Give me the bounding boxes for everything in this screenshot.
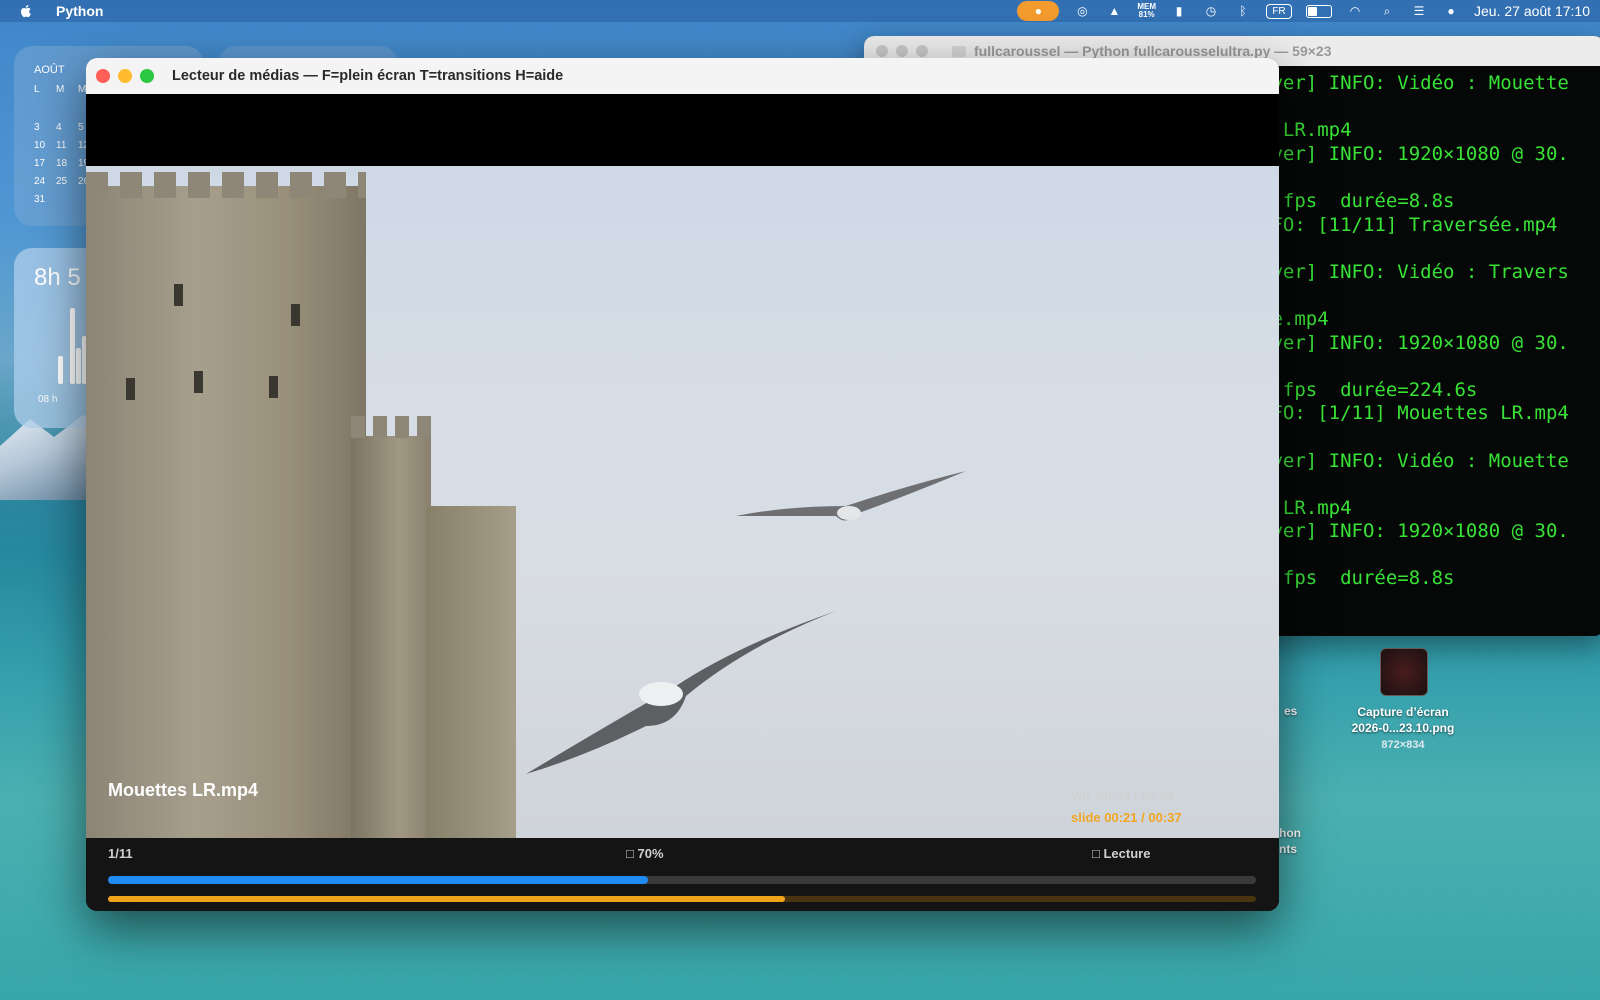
terminal-title: fullcaroussel — Python fullcarousselultr… bbox=[974, 43, 1332, 59]
bluetooth-icon[interactable]: ᛒ bbox=[1234, 2, 1252, 20]
file-name-line1: Capture d’écran bbox=[1357, 705, 1449, 719]
video-time-label: vid bbox=[1071, 788, 1090, 803]
fullscreen-button[interactable] bbox=[140, 69, 154, 83]
video-progress-fill bbox=[108, 876, 648, 884]
video-elapsed: 00:04 bbox=[1097, 788, 1131, 803]
sleep-axis-label: 08 h bbox=[38, 394, 58, 405]
bird-icon[interactable]: ▲ bbox=[1105, 2, 1123, 20]
battery-icon[interactable] bbox=[1306, 4, 1332, 18]
partial-desktop-label[interactable]: es bbox=[1284, 704, 1297, 718]
keyboard-layout[interactable]: FR bbox=[1266, 3, 1292, 19]
minimize-button[interactable] bbox=[118, 69, 132, 83]
time-machine-icon[interactable]: ◷ bbox=[1202, 2, 1220, 20]
slide-time-separator: / bbox=[1141, 810, 1145, 825]
folder-icon bbox=[952, 45, 966, 57]
calendar-cell: 31 bbox=[34, 194, 46, 205]
seagulls bbox=[526, 471, 966, 774]
speaker-icon: □ bbox=[626, 846, 634, 861]
sleep-bar bbox=[76, 348, 81, 384]
current-file-name: Mouettes LR.mp4 bbox=[108, 780, 259, 800]
calendar-cell: 11 bbox=[56, 140, 67, 151]
partial-desktop-label[interactable]: nts bbox=[1279, 842, 1297, 856]
volume-indicator[interactable]: □ 70% bbox=[626, 846, 664, 861]
desktop-file-label[interactable]: Capture d’écran 2026-0...23.10.png bbox=[1316, 704, 1490, 736]
minimize-button[interactable] bbox=[896, 45, 908, 57]
slide-time-label: slide bbox=[1071, 810, 1101, 825]
microphone-icon[interactable]: ● bbox=[1017, 1, 1060, 21]
siri-icon[interactable]: ● bbox=[1442, 2, 1460, 20]
video-progress-bar[interactable] bbox=[108, 876, 1256, 884]
sleep-bar bbox=[70, 308, 75, 384]
video-frame[interactable] bbox=[86, 166, 1279, 838]
memory-value: 81% bbox=[1138, 10, 1155, 19]
calendar-cell: 24 bbox=[34, 176, 46, 187]
slide-progress-fill bbox=[108, 896, 786, 902]
player-window-title: Lecteur de médias — F=plein écran T=tran… bbox=[172, 68, 564, 84]
close-button[interactable] bbox=[876, 45, 888, 57]
video-time: vid 00:04 / 00:08 bbox=[1071, 788, 1174, 803]
wifi-icon[interactable]: ◠ bbox=[1346, 2, 1364, 20]
menu-app-name[interactable]: Python bbox=[56, 3, 103, 19]
apple-icon[interactable] bbox=[18, 3, 34, 19]
menu-bar-extras: ● ◎ ▲ MEM 81% ▮ ◷ ᛒ FR ◠ ⌕ ☰ ● Jeu. 27 ao… bbox=[1017, 0, 1590, 22]
calendar-cell: 25 bbox=[56, 176, 68, 187]
slide-progress-bar[interactable] bbox=[108, 896, 1256, 902]
volume-value: 70% bbox=[637, 846, 664, 861]
clock[interactable]: Jeu. 27 août 17:10 bbox=[1474, 3, 1590, 19]
calendar-cell: 3 bbox=[34, 122, 40, 133]
calendar-cell: L bbox=[34, 84, 40, 95]
calendar-cell: 10 bbox=[34, 140, 46, 151]
video-total: 00:08 bbox=[1141, 788, 1175, 803]
sleep-duration: 8h 5 bbox=[34, 264, 81, 291]
file-name-line2: 2026-0...23.10.png bbox=[1351, 721, 1455, 735]
playback-state-label: Lecture bbox=[1103, 846, 1151, 861]
calendar-cell: 4 bbox=[56, 122, 62, 133]
calendar-cell: 17 bbox=[34, 158, 46, 169]
media-player-window[interactable]: Lecteur de médias — F=plein écran T=tran… bbox=[86, 58, 1279, 911]
calendar-cell: 18 bbox=[56, 158, 68, 169]
player-titlebar[interactable]: Lecteur de médias — F=plein écran T=tran… bbox=[86, 58, 1279, 94]
shazam-icon[interactable]: ◎ bbox=[1073, 2, 1091, 20]
close-button[interactable] bbox=[96, 69, 110, 83]
file-dimensions: 872×834 bbox=[1381, 739, 1425, 751]
slide-time: slide 00:21 / 00:37 bbox=[1071, 810, 1182, 825]
player-status-bar: 1/11 □ 70% □ Lecture bbox=[86, 838, 1279, 911]
calendar-cell: M bbox=[56, 84, 65, 95]
calendar-month: AOÛT bbox=[34, 64, 65, 76]
screenshot-file-icon[interactable] bbox=[1380, 648, 1428, 696]
memory-indicator[interactable]: MEM 81% bbox=[1137, 2, 1156, 20]
partial-desktop-label[interactable]: hon bbox=[1279, 826, 1301, 840]
video-time-separator: / bbox=[1133, 788, 1138, 803]
control-center-icon[interactable]: ☰ bbox=[1410, 2, 1428, 20]
slide-total: 00:37 bbox=[1148, 810, 1182, 825]
menu-bar: Python ● ◎ ▲ MEM 81% ▮ ◷ ᛒ FR ◠ ⌕ ☰ ● Jeu… bbox=[0, 0, 1600, 22]
slide-elapsed: 00:21 bbox=[1104, 810, 1138, 825]
playback-state[interactable]: □ Lecture bbox=[1092, 846, 1150, 861]
cleaner-icon[interactable]: ▮ bbox=[1170, 2, 1188, 20]
calendar-week: 31 bbox=[34, 194, 56, 205]
search-icon[interactable]: ⌕ bbox=[1378, 2, 1396, 20]
play-icon: □ bbox=[1092, 846, 1100, 861]
playlist-counter: 1/11 bbox=[108, 846, 133, 861]
sleep-bar bbox=[58, 356, 63, 384]
zoom-button[interactable] bbox=[916, 45, 928, 57]
